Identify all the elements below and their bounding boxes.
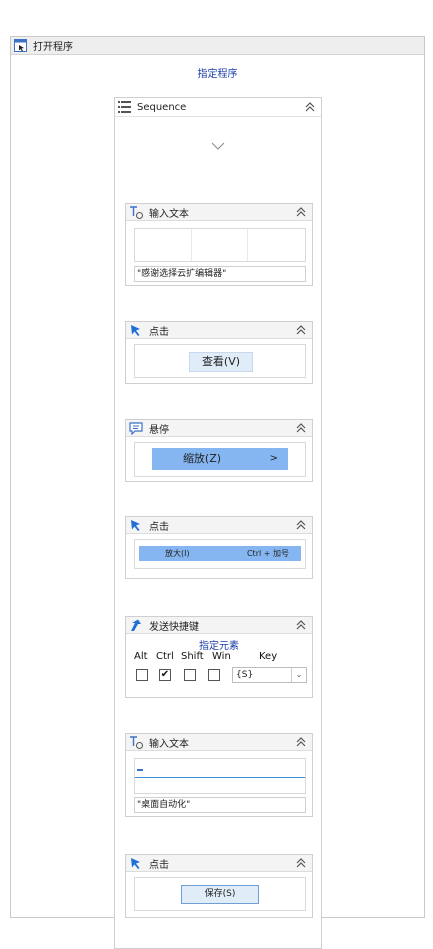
element-preview: 查看(V) — [134, 344, 306, 378]
click-cursor-icon — [131, 519, 140, 531]
hover-activity[interactable]: 悬停 缩放(Z) > — [125, 419, 313, 482]
click-cursor-icon — [131, 857, 140, 869]
element-preview — [134, 228, 306, 262]
collapse-icon[interactable] — [296, 520, 306, 530]
shift-checkbox[interactable] — [184, 669, 196, 681]
activity-title: 输入文本 — [149, 738, 189, 750]
sequence-icon — [118, 101, 131, 113]
zoom-menu-preview: 缩放(Z) > — [152, 448, 288, 470]
sequence-title: Sequence — [137, 101, 187, 113]
open-program-title: 打开程序 — [33, 42, 73, 53]
specify-program-link[interactable]: 指定程序 — [11, 65, 424, 80]
type-text-icon — [130, 205, 143, 219]
open-program-header[interactable]: 打开程序 — [11, 37, 424, 55]
submenu-arrow-icon: > — [269, 453, 278, 464]
type-text-activity[interactable]: 输入文本 "桌面自动化" — [125, 733, 313, 817]
click-activity[interactable]: 点击 放大(I) Ctrl + 加号 — [125, 516, 313, 579]
ctrl-label: Ctrl — [156, 651, 174, 662]
activity-title: 点击 — [149, 521, 169, 533]
text-value-input[interactable]: "桌面自动化" — [134, 797, 306, 813]
element-preview: 保存(S) — [134, 877, 306, 911]
collapse-icon[interactable] — [305, 102, 315, 112]
element-preview: 缩放(Z) > — [134, 442, 306, 477]
save-button-preview: 保存(S) — [181, 885, 259, 904]
element-preview: 放大(I) Ctrl + 加号 — [134, 539, 306, 569]
text-cursor-mark — [137, 769, 143, 771]
view-menu-preview: 查看(V) — [189, 352, 253, 372]
element-preview — [134, 758, 306, 794]
open-program-container: 打开程序 指定程序 Sequence 输入文本 "感谢选择云扩编辑器" 点击 查… — [10, 36, 425, 949]
key-label: Key — [259, 651, 278, 662]
activity-title: 点击 — [149, 326, 169, 338]
activity-title: 输入文本 — [149, 208, 189, 220]
activity-title: 发送快捷键 — [149, 621, 199, 633]
collapse-icon[interactable] — [296, 620, 306, 630]
send-hotkey-icon — [131, 619, 141, 631]
collapse-icon[interactable] — [296, 423, 306, 433]
sequence-container: Sequence 输入文本 "感谢选择云扩编辑器" 点击 查看(V) 悬停 缩放… — [114, 97, 322, 949]
key-select[interactable]: {S} ⌄ — [232, 667, 307, 683]
activity-header[interactable]: 点击 — [126, 322, 312, 339]
click-cursor-icon — [131, 324, 140, 336]
activity-title: 悬停 — [149, 424, 169, 436]
specify-element-link[interactable]: 指定元素 — [126, 637, 312, 652]
activity-header[interactable]: 点击 — [126, 517, 312, 534]
win-label: Win — [212, 651, 231, 662]
collapse-icon[interactable] — [296, 325, 306, 335]
click-activity[interactable]: 点击 保存(S) — [125, 854, 313, 918]
zoom-in-label: 放大(I) — [165, 549, 190, 558]
text-value-input[interactable]: "感谢选择云扩编辑器" — [134, 266, 306, 282]
click-activity[interactable]: 点击 查看(V) — [125, 321, 313, 384]
type-text-activity[interactable]: 输入文本 "感谢选择云扩编辑器" — [125, 203, 313, 286]
key-select-value: {S} — [236, 670, 254, 680]
send-hotkey-activity[interactable]: 发送快捷键 指定元素 Alt Ctrl Shift Win Key ✔ {S} … — [125, 616, 313, 698]
zoom-in-menu-preview: 放大(I) Ctrl + 加号 — [139, 546, 301, 561]
activity-header[interactable]: 点击 — [126, 855, 312, 872]
hover-tooltip-icon — [129, 421, 143, 435]
activity-title: 点击 — [149, 859, 169, 871]
zoom-in-shortcut: Ctrl + 加号 — [246, 549, 289, 558]
input-underline — [135, 777, 305, 778]
collapse-icon[interactable] — [296, 858, 306, 868]
activity-header[interactable]: 输入文本 — [126, 734, 312, 751]
collapse-icon[interactable] — [296, 737, 306, 747]
alt-checkbox[interactable] — [136, 669, 148, 681]
activity-header[interactable]: 发送快捷键 — [126, 617, 312, 634]
win-checkbox[interactable] — [208, 669, 220, 681]
type-text-icon — [130, 735, 143, 749]
zoom-menu-label: 缩放(Z) — [182, 452, 222, 465]
open-program-icon — [14, 39, 27, 52]
chevron-down-icon[interactable]: ⌄ — [291, 668, 306, 682]
activity-header[interactable]: 输入文本 — [126, 204, 312, 221]
shift-label: Shift — [181, 651, 204, 662]
alt-label: Alt — [134, 651, 148, 662]
activity-header[interactable]: 悬停 — [126, 420, 312, 437]
collapse-icon[interactable] — [296, 207, 306, 217]
sequence-header[interactable]: Sequence — [115, 98, 321, 117]
connector-arrow-icon — [211, 142, 225, 150]
ctrl-checkbox[interactable]: ✔ — [159, 669, 171, 681]
